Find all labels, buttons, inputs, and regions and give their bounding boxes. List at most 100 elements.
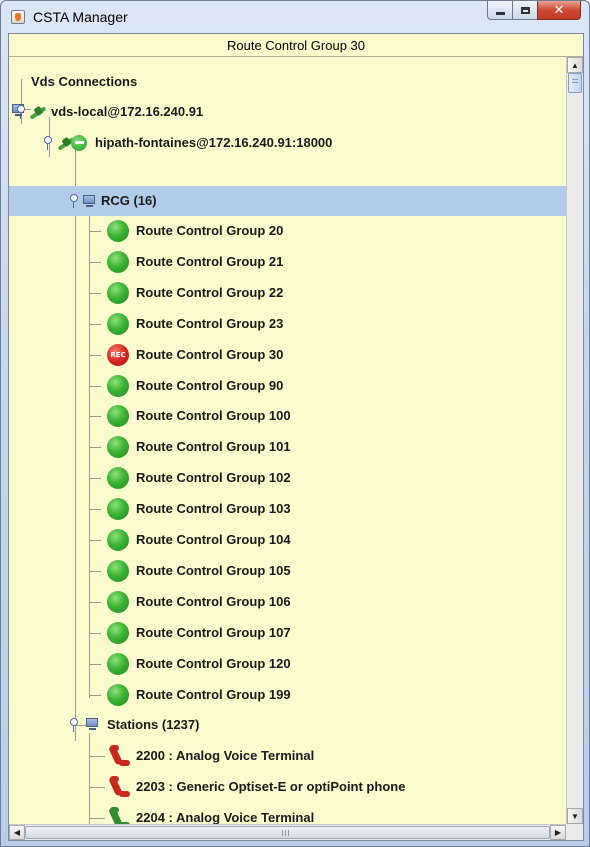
- rcg-list-item[interactable]: Route Control Group 22: [9, 278, 566, 308]
- caption-buttons: ✕: [487, 1, 581, 23]
- plug-icon: [29, 105, 47, 120]
- scroll-up-button[interactable]: ▲: [567, 57, 583, 73]
- rcg-list-item[interactable]: Route Control Group 103: [9, 494, 566, 524]
- tree-node-label: RCG (16): [101, 193, 157, 208]
- rcg-list-item[interactable]: Route Control Group 102: [9, 463, 566, 493]
- active-status-icon: [107, 560, 129, 582]
- rcg-item-label: Route Control Group 30: [136, 347, 284, 362]
- rcg-item-label: Route Control Group 21: [136, 254, 284, 269]
- tree-line: [89, 571, 101, 572]
- client-area: Route Control Group 30 Vds Connections v…: [8, 33, 584, 841]
- tree-line: [89, 602, 101, 603]
- scroll-left-button[interactable]: ◀: [9, 825, 25, 840]
- active-status-icon: [107, 220, 129, 242]
- active-status-icon: [107, 622, 129, 644]
- computer-icon: [83, 195, 96, 208]
- vertical-scrollbar[interactable]: ▲ ▼: [566, 57, 583, 824]
- rcg-item-label: Route Control Group 106: [136, 594, 291, 609]
- tree-line: [89, 416, 101, 417]
- station-item-label: 2204 : Analog Voice Terminal: [136, 810, 315, 824]
- maximize-button[interactable]: [512, 1, 538, 20]
- recording-status-icon: REC: [107, 344, 129, 366]
- expand-handle[interactable]: [70, 194, 80, 208]
- station-list-item[interactable]: 2203 : Generic Optiset-E or optiPoint ph…: [9, 772, 566, 802]
- tree-node-label: Vds Connections: [31, 74, 138, 89]
- active-status-icon: [107, 529, 129, 551]
- station-item-label: 2200 : Analog Voice Terminal: [136, 748, 315, 763]
- horizontal-scrollbar[interactable]: ◀ ▶: [9, 824, 583, 840]
- connection-tree[interactable]: Vds Connections vds-local@172.16.240.91 …: [9, 57, 566, 824]
- window-title: CSTA Manager: [33, 9, 128, 25]
- rcg-item-label: Route Control Group 102: [136, 470, 291, 485]
- rcg-list-item[interactable]: Route Control Group 199: [9, 680, 566, 710]
- rcg-list-item[interactable]: REC Route Control Group 30: [9, 340, 566, 370]
- active-status-icon: [107, 375, 129, 397]
- scroll-down-button[interactable]: ▼: [567, 808, 583, 824]
- rcg-list-item[interactable]: Route Control Group 101: [9, 432, 566, 462]
- station-list-item[interactable]: 2200 : Analog Voice Terminal: [9, 741, 566, 771]
- minimize-button[interactable]: [487, 1, 513, 20]
- rcg-list-item[interactable]: Route Control Group 21: [9, 247, 566, 277]
- rcg-item-label: Route Control Group 199: [136, 687, 291, 702]
- java-app-icon: [11, 10, 25, 24]
- rcg-item-label: Route Control Group 20: [136, 223, 284, 238]
- tree-node-label: hipath-fontaines@172.16.240.91:18000: [95, 135, 333, 150]
- rcg-list-item[interactable]: Route Control Group 107: [9, 618, 566, 648]
- rcg-item-label: Route Control Group 101: [136, 439, 291, 454]
- computer-icon: [86, 718, 99, 731]
- tree-line: [89, 293, 101, 294]
- expand-handle[interactable]: [17, 105, 27, 119]
- tree-line: [89, 787, 105, 788]
- station-list-item[interactable]: 2204 : Analog Voice Terminal: [9, 803, 566, 824]
- tree-line: [89, 324, 101, 325]
- phone-icon: [108, 775, 130, 798]
- tree-line: [89, 447, 101, 448]
- rcg-item-label: Route Control Group 22: [136, 285, 284, 300]
- tree-node-label: Stations (1237): [107, 717, 200, 732]
- rcg-item-label: Route Control Group 90: [136, 378, 284, 393]
- close-button[interactable]: ✕: [537, 1, 581, 20]
- tree-line: [89, 262, 101, 263]
- rcg-item-label: Route Control Group 100: [136, 408, 291, 423]
- expand-handle[interactable]: [70, 718, 80, 732]
- rcg-list-item[interactable]: Route Control Group 105: [9, 556, 566, 586]
- rcg-list-item[interactable]: Route Control Group 120: [9, 649, 566, 679]
- active-status-icon: [107, 591, 129, 613]
- active-status-icon: [107, 251, 129, 273]
- rcg-list-item[interactable]: Route Control Group 106: [9, 587, 566, 617]
- horizontal-scroll-thumb[interactable]: [25, 826, 550, 839]
- tree-node-stations[interactable]: Stations (1237): [9, 710, 566, 740]
- tree-line: [89, 756, 105, 757]
- scroll-corner: [566, 824, 583, 840]
- panel-header: Route Control Group 30: [9, 34, 583, 57]
- tree-node-rcg[interactable]: RCG (16): [9, 186, 566, 216]
- tree-line: [89, 478, 101, 479]
- rcg-item-label: Route Control Group 105: [136, 563, 291, 578]
- scroll-right-button[interactable]: ▶: [550, 825, 566, 840]
- rcg-list-item[interactable]: Route Control Group 23: [9, 309, 566, 339]
- tree-line: [89, 633, 101, 634]
- active-status-icon: [107, 405, 129, 427]
- phone-icon: [108, 744, 130, 767]
- title-bar[interactable]: CSTA Manager ✕: [1, 1, 589, 33]
- vertical-scroll-thumb[interactable]: [568, 73, 582, 93]
- active-status-icon: [107, 282, 129, 304]
- rcg-list-item[interactable]: Route Control Group 20: [9, 216, 566, 246]
- tree-line: [89, 695, 101, 696]
- rcg-item-label: Route Control Group 104: [136, 532, 291, 547]
- tree-line: [89, 386, 101, 387]
- tree-line: [89, 509, 101, 510]
- tree-line: [89, 818, 105, 819]
- active-status-icon: [107, 498, 129, 520]
- app-window: CSTA Manager ✕ Route Control Group 30 Vd…: [0, 0, 590, 847]
- tree-line: [89, 540, 101, 541]
- maximize-icon: [520, 6, 530, 14]
- rcg-list-item[interactable]: Route Control Group 104: [9, 525, 566, 555]
- rcg-list-item[interactable]: Route Control Group 90: [9, 371, 566, 401]
- close-icon: ✕: [553, 2, 565, 18]
- rcg-item-label: Route Control Group 120: [136, 656, 291, 671]
- rcg-list-item[interactable]: Route Control Group 100: [9, 401, 566, 431]
- tree-line: [89, 355, 101, 356]
- tree-node-hipath[interactable]: hipath-fontaines@172.16.240.91:18000: [9, 135, 566, 188]
- expand-handle[interactable]: [44, 136, 54, 150]
